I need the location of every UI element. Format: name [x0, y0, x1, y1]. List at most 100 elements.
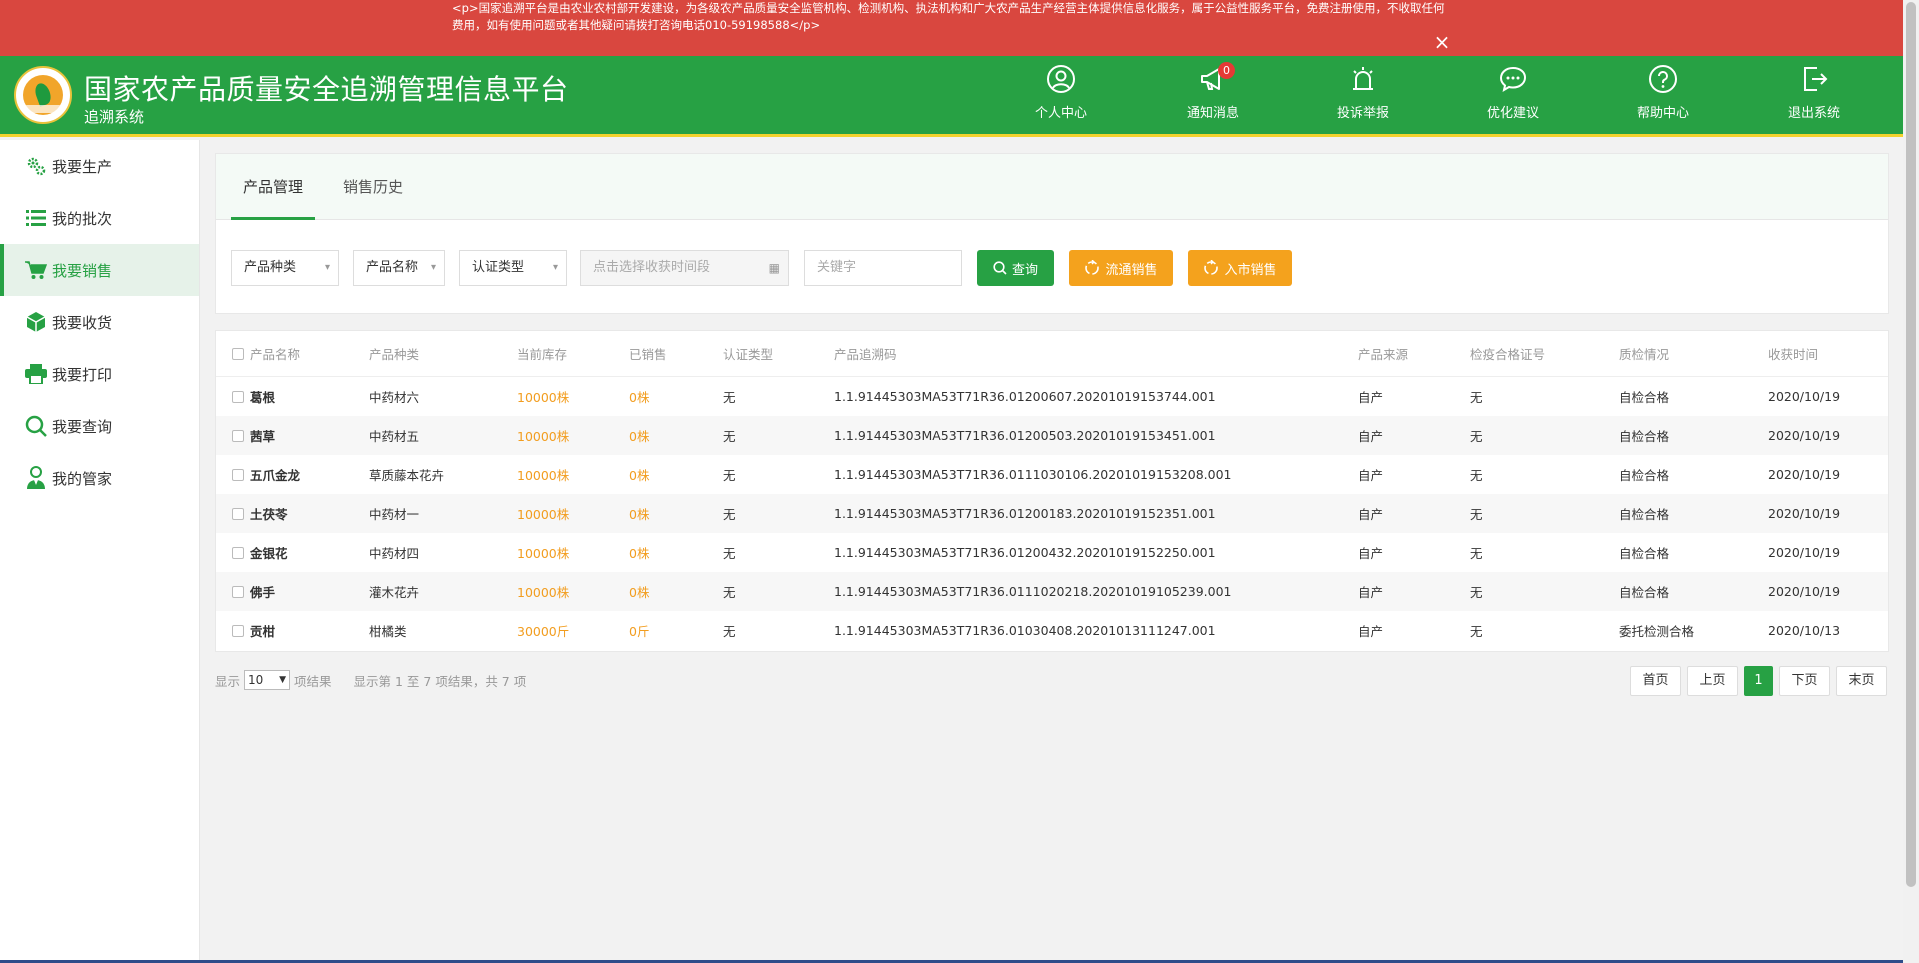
table-cell: 中药材五	[369, 429, 420, 444]
keyword-input[interactable]: 关键字	[804, 250, 962, 286]
page-size-suffix: 项结果	[294, 673, 332, 689]
query-button[interactable]: 查询	[977, 250, 1054, 286]
circulation-sale-button[interactable]: 流通销售	[1069, 250, 1173, 286]
sidebar-item-batches[interactable]: 我的批次	[0, 192, 199, 244]
header-cell: 检疫合格证号	[1470, 347, 1546, 362]
list-icon	[24, 206, 48, 230]
search-icon	[24, 414, 48, 438]
row-checkbox[interactable]	[232, 468, 244, 481]
table-cell: 2020/10/19	[1768, 467, 1841, 482]
table-cell: 自检合格	[1619, 585, 1670, 600]
tab-sales-history[interactable]: 销售历史	[331, 154, 415, 220]
table-row[interactable]: 土茯苓 中药材一 10000株 0株 无 1.1.91445303MA53T71R36.0…	[216, 494, 1888, 533]
sidebar-item-production[interactable]: 我要生产	[0, 140, 199, 192]
sidebar-item-label: 我要生产	[52, 157, 113, 176]
platform-title: 国家农产品质量安全追溯管理信息平台	[84, 73, 569, 106]
table-cell: 自产	[1358, 624, 1384, 639]
product-name-select[interactable]: 产品名称 ▾	[353, 250, 445, 286]
current-page-button[interactable]: 1	[1744, 666, 1773, 696]
table-cell: 1.1.91445303MA53T71R36.01200503.20201019…	[834, 428, 1216, 443]
row-checkbox[interactable]	[232, 546, 244, 559]
nav-label: 退出系统	[1787, 106, 1840, 121]
table-cell: 无	[723, 390, 736, 405]
platform-subtitle: 追溯系统	[84, 108, 145, 126]
scrollbar-thumb[interactable]	[1906, 2, 1916, 887]
nav-complaints[interactable]: 投诉举报	[1308, 62, 1418, 128]
table-row[interactable]: 葛根 中药材六 10000株 0株 无 1.1.91445303MA53T71R36.01…	[216, 377, 1888, 416]
row-checkbox[interactable]	[232, 390, 244, 403]
sidebar-item-receiving[interactable]: 我要收货	[0, 296, 199, 348]
sidebar-item-sales[interactable]: 我要销售	[0, 244, 199, 296]
table-cell: 0株	[629, 468, 650, 483]
sidebar: 我要生产 我的批次 我要销售 我要收货 我要打印 我要查询 我的管家	[0, 140, 200, 963]
prev-page-button[interactable]: 上页	[1687, 666, 1738, 696]
table-cell: 无	[1470, 507, 1483, 522]
sidebar-item-butler[interactable]: 我的管家	[0, 452, 199, 504]
table-cell: 五爪金龙	[232, 455, 300, 494]
sidebar-item-label: 我要查询	[52, 417, 113, 436]
table-cell: 10000株	[517, 429, 570, 444]
chevron-down-icon: ▼	[279, 675, 287, 685]
row-checkbox[interactable]	[232, 429, 244, 442]
sidebar-item-label: 我的批次	[52, 209, 113, 228]
top-header: 国家农产品质量安全追溯管理信息平台 追溯系统 个人中心 0 通知消息 投诉举报 …	[0, 56, 1903, 137]
product-name: 土茯苓	[250, 507, 288, 522]
table-cell: 土茯苓	[232, 494, 288, 533]
harvest-date-range-input[interactable]: 点击选择收获时间段 ▦	[580, 250, 789, 286]
user-icon	[1047, 65, 1075, 93]
product-name-select-value: 产品名称	[366, 260, 419, 275]
nav-personal-center[interactable]: 个人中心	[1006, 62, 1116, 128]
table-cell: 自检合格	[1619, 507, 1670, 522]
table-cell: 自检合格	[1619, 390, 1670, 405]
row-checkbox[interactable]	[232, 624, 244, 637]
cert-type-select[interactable]: 认证类型 ▾	[459, 250, 567, 286]
nav-notifications[interactable]: 0 通知消息	[1158, 62, 1268, 128]
close-icon[interactable]: ×	[1432, 32, 1452, 52]
nav-label: 个人中心	[1034, 106, 1087, 121]
search-icon	[993, 261, 1007, 275]
chevron-down-icon: ▾	[324, 262, 330, 273]
category-select[interactable]: 产品种类 ▾	[231, 250, 339, 286]
sidebar-item-query[interactable]: 我要查询	[0, 400, 199, 452]
nav-label: 帮助中心	[1636, 106, 1689, 121]
nav-help-center[interactable]: 帮助中心	[1608, 62, 1718, 128]
last-page-button[interactable]: 末页	[1836, 666, 1887, 696]
row-checkbox[interactable]	[232, 585, 244, 598]
table-cell: 无	[1470, 390, 1483, 405]
query-button-label: 查询	[1011, 262, 1038, 278]
page-size-select[interactable]: 10 ▼	[244, 670, 291, 690]
market-sale-button[interactable]: 入市销售	[1188, 250, 1292, 286]
next-page-button[interactable]: 下页	[1779, 666, 1830, 696]
table-cell: 自检合格	[1619, 468, 1670, 483]
table-header-row: 产品名称 产品种类 当前库存 已销售 认证类型 产品追溯码 产品来源 检疫合格证…	[216, 331, 1888, 377]
table-cell: 10000株	[517, 585, 570, 600]
nav-suggestions[interactable]: 优化建议	[1458, 62, 1568, 128]
table-cell: 柑橘类	[369, 624, 407, 639]
nav-logout[interactable]: 退出系统	[1759, 62, 1869, 128]
tab-product-management[interactable]: 产品管理	[231, 154, 315, 220]
platform-logo	[14, 66, 72, 124]
product-name: 贡柑	[250, 624, 276, 639]
table-cell: 0斤	[629, 624, 650, 639]
table-cell: 1.1.91445303MA53T71R36.01200432.20201019…	[834, 545, 1216, 560]
table-row[interactable]: 茜草 中药材五 10000株 0株 无 1.1.91445303MA53T71R36.01…	[216, 416, 1888, 455]
printer-icon	[24, 362, 48, 386]
table-cell: 2020/10/13	[1768, 623, 1841, 638]
table-cell: 10000株	[517, 390, 570, 405]
table-row[interactable]: 金银花 中药材四 10000株 0株 无 1.1.91445303MA53T71R36.0…	[216, 533, 1888, 572]
table-cell: 佛手	[232, 572, 275, 611]
product-table: 产品名称 产品种类 当前库存 已销售 认证类型 产品追溯码 产品来源 检疫合格证…	[215, 330, 1889, 652]
recycle-icon	[1204, 260, 1219, 275]
row-checkbox[interactable]	[232, 507, 244, 520]
page-size-value: 10	[248, 673, 264, 687]
header-cell: 当前库存	[517, 347, 568, 362]
select-all-checkbox[interactable]	[232, 347, 244, 360]
table-cell: 贡柑	[232, 611, 275, 650]
first-page-button[interactable]: 首页	[1630, 666, 1681, 696]
table-cell: 1.1.91445303MA53T71R36.01200607.20201019…	[834, 389, 1216, 404]
table-row[interactable]: 五爪金龙 草质藤本花卉 10000株 0株 无 1.1.91445303MA53T71R3…	[216, 455, 1888, 494]
table-row[interactable]: 贡柑 柑橘类 30000斤 0斤 无 1.1.91445303MA53T71R36.010…	[216, 611, 1888, 650]
sidebar-item-print[interactable]: 我要打印	[0, 348, 199, 400]
table-cell: 无	[723, 468, 736, 483]
table-row[interactable]: 佛手 灌木花卉 10000株 0株 无 1.1.91445303MA53T71R36.01…	[216, 572, 1888, 611]
